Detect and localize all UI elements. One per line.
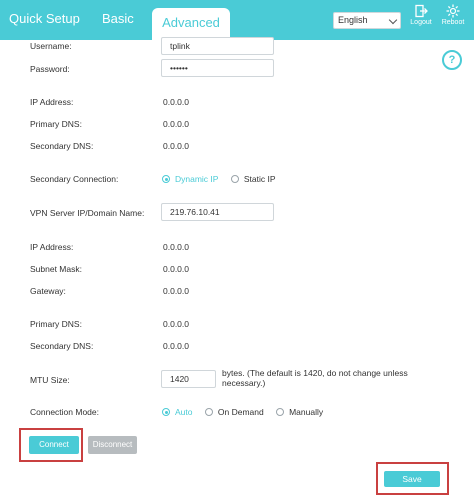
radio-static-ip[interactable]: Static IP	[230, 174, 276, 184]
password-label: Password:	[30, 64, 70, 74]
logout-label: Logout	[410, 19, 432, 26]
mtu-note: bytes. (The default is 1420, do not chan…	[222, 368, 408, 388]
mtu-size-label: MTU Size:	[30, 375, 70, 385]
radio-static-ip-label: Static IP	[243, 174, 276, 184]
primary-dns-value: 0.0.0.0	[163, 119, 189, 129]
radio-on-demand[interactable]: On Demand	[204, 407, 264, 417]
secondary-connection-label: Secondary Connection:	[30, 174, 119, 184]
secondary-dns-2-label: Secondary DNS:	[30, 341, 94, 351]
subnet-mask-label: Subnet Mask:	[30, 264, 82, 274]
reboot-icon	[446, 4, 460, 18]
help-icon[interactable]: ?	[442, 50, 462, 70]
ip-address-value: 0.0.0.0	[163, 97, 189, 107]
radio-auto[interactable]: Auto	[162, 407, 193, 417]
ip-address-2-label: IP Address:	[30, 242, 74, 252]
top-navigation-bar: Quick Setup Basic Advanced English Logou…	[0, 0, 474, 42]
tab-basic[interactable]: Basic	[102, 11, 134, 26]
radio-dynamic-ip[interactable]: Dynamic IP	[162, 174, 218, 184]
radio-manually-label: Manually	[289, 407, 324, 417]
radio-dynamic-ip-label: Dynamic IP	[175, 174, 219, 184]
secondary-dns-2-value: 0.0.0.0	[163, 341, 189, 351]
language-select[interactable]: English	[333, 12, 401, 29]
ip-address-label: IP Address:	[30, 97, 74, 107]
connection-mode-label: Connection Mode:	[30, 407, 99, 417]
password-input[interactable]	[161, 59, 274, 77]
radio-selected-icon	[162, 408, 170, 416]
reboot-button[interactable]: Reboot	[440, 4, 466, 26]
radio-unselected-icon	[204, 408, 213, 416]
secondary-dns-label: Secondary DNS:	[30, 141, 94, 151]
subnet-mask-value: 0.0.0.0	[163, 264, 189, 274]
radio-unselected-icon	[230, 175, 239, 183]
username-label: Username:	[30, 41, 72, 51]
chevron-down-icon	[388, 15, 398, 25]
logout-icon	[415, 4, 428, 18]
radio-unselected-icon	[276, 408, 285, 416]
ip-address-2-value: 0.0.0.0	[163, 242, 189, 252]
logout-button[interactable]: Logout	[408, 4, 434, 26]
secondary-connection-radio-group: Dynamic IP Static IP	[162, 174, 286, 185]
primary-dns-2-label: Primary DNS:	[30, 319, 82, 329]
gateway-value: 0.0.0.0	[163, 286, 189, 296]
radio-selected-icon	[162, 175, 170, 183]
radio-manually[interactable]: Manually	[276, 407, 323, 417]
tab-quick-setup[interactable]: Quick Setup	[9, 11, 80, 26]
radio-auto-label: Auto	[175, 407, 193, 417]
connection-mode-radio-group: Auto On Demand Manually	[162, 407, 333, 418]
connect-button[interactable]: Connect	[29, 436, 79, 454]
vpn-server-label: VPN Server IP/Domain Name:	[30, 208, 145, 218]
disconnect-button[interactable]: Disconnect	[88, 436, 137, 454]
secondary-dns-value: 0.0.0.0	[163, 141, 189, 151]
gateway-label: Gateway:	[30, 286, 66, 296]
primary-dns-label: Primary DNS:	[30, 119, 82, 129]
vpn-server-input[interactable]	[161, 203, 274, 221]
language-select-value: English	[338, 15, 368, 25]
save-button[interactable]: Save	[384, 471, 440, 487]
mtu-size-input[interactable]	[161, 370, 216, 388]
username-input[interactable]	[161, 37, 274, 55]
reboot-label: Reboot	[441, 19, 465, 26]
radio-on-demand-label: On Demand	[217, 407, 264, 417]
primary-dns-2-value: 0.0.0.0	[163, 319, 189, 329]
